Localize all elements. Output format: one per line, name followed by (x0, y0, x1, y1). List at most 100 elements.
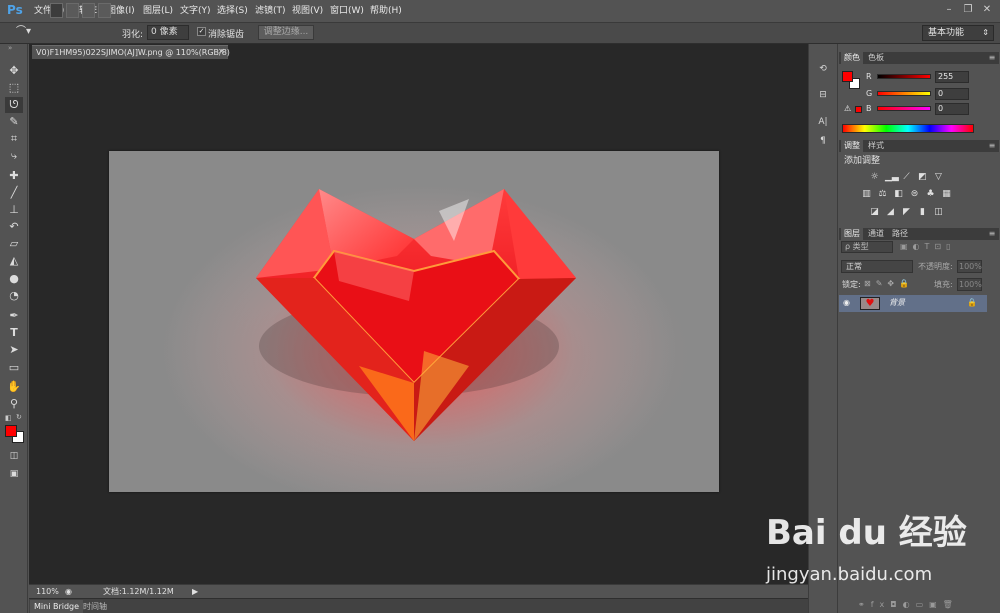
tab-styles[interactable]: 样式 (865, 140, 887, 152)
close-icon[interactable]: ✕ (980, 3, 994, 17)
swap-colors-icon[interactable]: ↻ (16, 413, 24, 421)
menu-image[interactable]: 图像(I) (107, 4, 135, 18)
pen-icon[interactable]: ✒ (5, 308, 23, 324)
paragraph-panel-icon[interactable]: ¶ (815, 134, 831, 148)
screen-mode-icon[interactable]: ▣ (5, 466, 23, 482)
threshold-icon[interactable]: ◤ (901, 207, 912, 217)
gradient-map-icon[interactable]: ▮ (917, 207, 928, 217)
layer-filter-icons[interactable]: ▣◐T⊡▯ (900, 242, 985, 252)
blur-icon[interactable]: ● (5, 271, 23, 287)
tab-swatches[interactable]: 色板 (865, 52, 887, 64)
antialias-checkbox[interactable]: ✓ (197, 27, 206, 36)
color-fg-swatch[interactable] (842, 71, 853, 82)
color-spectrum-ramp[interactable] (842, 124, 974, 133)
history-panel-icon[interactable]: ⟲ (815, 62, 831, 76)
move-icon[interactable]: ✥ (5, 63, 23, 79)
tab-layers[interactable]: 图层 (841, 228, 863, 240)
hue-saturation-icon[interactable]: ▥ (861, 189, 872, 199)
opacity-input[interactable]: 100% (957, 260, 982, 273)
tab-timeline[interactable]: 时间轴 (79, 600, 111, 613)
photo-filter-icon[interactable]: ⊜ (909, 189, 920, 199)
quick-select-icon[interactable]: ✎ (5, 114, 23, 130)
tab-color[interactable]: 颜色 (841, 52, 863, 64)
tab-channels[interactable]: 通道 (865, 228, 887, 240)
dodge-icon[interactable]: ◔ (5, 288, 23, 304)
vibrance-icon[interactable]: ▽ (933, 172, 944, 182)
tab-paths[interactable]: 路径 (889, 228, 911, 240)
selective-color-icon[interactable]: ◫ (933, 207, 944, 217)
color-lookup-icon[interactable]: ▦ (941, 189, 952, 199)
character-panel-icon[interactable]: A| (815, 115, 831, 129)
history-brush-icon[interactable]: ↶ (5, 219, 23, 235)
feather-input[interactable]: 0 像素 (147, 25, 189, 40)
menu-help[interactable]: 帮助(H) (370, 4, 402, 18)
layer-row[interactable]: ◉ ♥ 背景 🔒 (839, 295, 987, 312)
r-input[interactable]: 255 (935, 71, 969, 83)
blend-mode-select[interactable]: 正常 (841, 260, 913, 273)
menu-filter[interactable]: 滤镜(T) (255, 4, 286, 18)
menu-type[interactable]: 文字(Y) (180, 4, 211, 18)
quick-mask-icon[interactable]: ◫ (5, 448, 23, 464)
tab-mini-bridge[interactable]: Mini Bridge (30, 600, 84, 613)
crop-icon[interactable]: ⌗ (5, 131, 23, 147)
g-input[interactable]: 0 (935, 88, 969, 100)
hand-icon[interactable]: ✋ (5, 379, 23, 395)
g-slider[interactable] (877, 91, 931, 96)
zoom-icon[interactable]: ⚲ (5, 396, 23, 412)
minimize-icon[interactable]: – (942, 3, 956, 17)
posterize-icon[interactable]: ◢ (885, 207, 896, 217)
color-balance-icon[interactable]: ⚖ (877, 189, 888, 199)
zoom-level[interactable]: 110% (36, 586, 59, 598)
black-white-icon[interactable]: ◧ (893, 189, 904, 199)
layers-footer-icons[interactable]: ⚭fx◘◐▭▣🗑 (858, 599, 988, 611)
layer-name[interactable]: 背景 (889, 298, 905, 308)
new-selection-icon[interactable] (50, 3, 63, 18)
menu-window[interactable]: 窗口(W) (330, 4, 364, 18)
refine-edge-button[interactable]: 调整边缘... (258, 25, 314, 40)
channel-mixer-icon[interactable]: ♣ (925, 189, 936, 199)
image-canvas[interactable] (109, 151, 719, 492)
panel-menu-icon[interactable]: ≡ (987, 141, 997, 151)
stamp-icon[interactable]: ⊥ (5, 202, 23, 218)
tab-adjustments[interactable]: 调整 (841, 140, 863, 152)
status-info-icon[interactable]: ◉ (65, 586, 72, 598)
status-menu-arrow-icon[interactable]: ▶ (192, 586, 198, 598)
eye-visibility-icon[interactable]: ◉ (843, 298, 853, 308)
foreground-color-swatch[interactable] (5, 425, 17, 437)
levels-icon[interactable]: ▁▃ (885, 172, 899, 182)
collapse-toolbar-icon[interactable]: » (8, 45, 22, 52)
eraser-icon[interactable]: ▱ (5, 236, 23, 252)
invert-icon[interactable]: ◪ (869, 207, 880, 217)
type-icon[interactable]: T (5, 325, 23, 341)
rectangle-icon[interactable]: ▭ (5, 360, 23, 376)
properties-panel-icon[interactable]: ⊟ (815, 88, 831, 102)
workspace-select[interactable]: 基本功能 ⇕ (922, 25, 994, 41)
menu-view[interactable]: 视图(V) (292, 4, 323, 18)
restore-icon[interactable]: ❐ (961, 3, 975, 17)
brightness-icon[interactable]: ☼ (869, 172, 880, 182)
panel-menu-icon[interactable]: ≡ (987, 53, 997, 63)
panel-menu-icon[interactable]: ≡ (987, 229, 997, 239)
brush-icon[interactable]: ╱ (5, 185, 23, 201)
subtract-selection-icon[interactable] (82, 3, 95, 18)
lasso-icon[interactable]: ᘎ (5, 97, 23, 113)
b-slider[interactable] (877, 106, 931, 111)
healing-icon[interactable]: ✚ (5, 168, 23, 184)
add-selection-icon[interactable] (66, 3, 79, 18)
b-input[interactable]: 0 (935, 103, 969, 115)
tool-preset-icon[interactable]: ⌒▾ (16, 24, 42, 40)
menu-select[interactable]: 选择(S) (217, 4, 248, 18)
paint-bucket-icon[interactable]: ◭ (5, 253, 23, 269)
eyedropper-icon[interactable]: ⤷ (5, 148, 23, 164)
lock-icons[interactable]: ⊠✎✥🔒 (864, 279, 922, 289)
curves-icon[interactable]: ⟋ (901, 172, 912, 182)
default-colors-icon[interactable]: ◧ (5, 414, 13, 422)
close-tab-icon[interactable]: ✕ (218, 45, 228, 59)
document-tab[interactable]: V0)F1HM95)022SJIMO(AJ]W.png @ 110%(RGB/8… (32, 45, 230, 59)
layer-kind-filter[interactable]: ρ 类型 (841, 241, 893, 253)
gamut-swatch[interactable] (855, 106, 862, 113)
intersect-selection-icon[interactable] (98, 3, 111, 18)
marquee-icon[interactable]: ⬚ (5, 80, 23, 96)
exposure-icon[interactable]: ◩ (917, 172, 928, 182)
path-select-icon[interactable]: ➤ (5, 342, 23, 358)
